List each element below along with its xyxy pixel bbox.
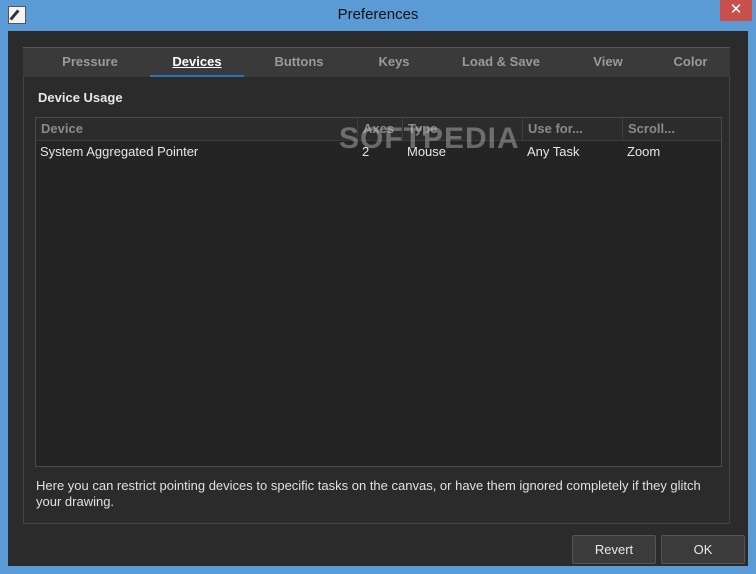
column-header-use-for[interactable]: Use for... xyxy=(523,118,623,140)
preferences-window: Preferences ✕ Pressure Devices Buttons K… xyxy=(0,0,756,574)
tab-load-save[interactable]: Load & Save xyxy=(439,48,563,78)
help-text: Here you can restrict pointing devices t… xyxy=(36,478,701,509)
cell-scroll[interactable]: Zoom xyxy=(623,141,721,163)
tab-color[interactable]: Color xyxy=(653,48,728,78)
cell-use-for[interactable]: Any Task xyxy=(523,141,623,163)
column-header-scroll[interactable]: Scroll... xyxy=(623,118,721,140)
window-title: Preferences xyxy=(337,6,419,23)
column-header-axes[interactable]: Axes xyxy=(358,118,403,140)
cell-type[interactable]: Mouse xyxy=(403,141,523,163)
ok-button[interactable]: OK xyxy=(661,535,745,564)
cell-device: System Aggregated Pointer xyxy=(40,144,199,159)
tab-keys[interactable]: Keys xyxy=(354,48,434,78)
dialog-body: Pressure Devices Buttons Keys Load & Sav… xyxy=(8,31,748,566)
tab-bar: Pressure Devices Buttons Keys Load & Sav… xyxy=(23,47,730,78)
tab-label: Keys xyxy=(378,54,410,69)
table-header: Device Axes Type Use for... Scroll... xyxy=(36,118,721,141)
tab-label: Pressure xyxy=(62,54,118,69)
column-header-type[interactable]: Type xyxy=(403,118,523,140)
close-button[interactable]: ✕ xyxy=(720,0,752,21)
tab-buttons[interactable]: Buttons xyxy=(249,48,349,78)
revert-button[interactable]: Revert xyxy=(572,535,656,564)
column-header-device[interactable]: Device xyxy=(36,118,358,140)
tab-label: Load & Save xyxy=(461,54,541,69)
tab-label: Devices xyxy=(172,54,222,69)
tab-label: View xyxy=(593,54,623,69)
tab-devices[interactable]: Devices xyxy=(150,48,244,78)
tab-pressure[interactable]: Pressure xyxy=(35,48,145,78)
tab-view[interactable]: View xyxy=(568,48,648,78)
devices-panel: Device Usage Device Axes Type Use for...… xyxy=(23,77,730,524)
device-table[interactable]: Device Axes Type Use for... Scroll... SO… xyxy=(35,117,722,467)
cell-axes: 2 xyxy=(362,144,370,159)
tab-label: Buttons xyxy=(274,54,324,69)
title-bar[interactable]: Preferences ✕ xyxy=(0,0,756,30)
tab-label: Color xyxy=(673,54,708,69)
section-title: Device Usage xyxy=(38,90,123,105)
table-row[interactable]: System Aggregated Pointer 2 Mouse Any Ta… xyxy=(36,141,721,163)
